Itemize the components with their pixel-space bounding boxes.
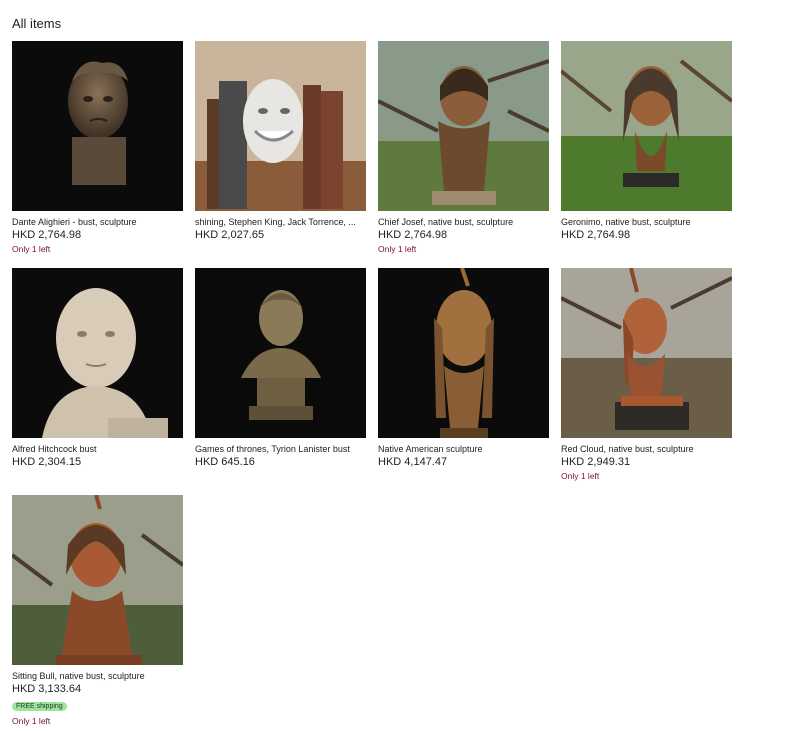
listing-card[interactable]: Sitting Bull, native bust, sculpture HKD… (12, 495, 183, 726)
stock-notice: Only 1 left (12, 716, 51, 726)
listing-card[interactable]: Native American sculpture HKD 4,147.47 (378, 268, 549, 495)
item-grid: Dante Alighieri - bust, sculpture HKD 2,… (12, 41, 732, 726)
listing-price: HKD 2,027.65 (195, 229, 265, 241)
listing-price: HKD 2,949.31 (561, 456, 631, 468)
free-shipping-badge: FREE shipping (12, 702, 67, 711)
listing-image[interactable] (12, 41, 183, 211)
listing-title[interactable]: Sitting Bull, native bust, sculpture (12, 671, 183, 681)
listing-image[interactable] (12, 268, 183, 438)
listing-price: HKD 2,304.15 (12, 456, 82, 468)
stock-notice: Only 1 left (12, 244, 51, 254)
stock-notice: Only 1 left (378, 244, 417, 254)
listing-price: HKD 2,764.98 (378, 229, 448, 241)
listing-card[interactable]: Dante Alighieri - bust, sculpture HKD 2,… (12, 41, 183, 268)
listing-title[interactable]: Native American sculpture (378, 444, 549, 454)
listing-title[interactable]: Red Cloud, native bust, sculpture (561, 444, 732, 454)
listing-card[interactable]: Alfred Hitchcock bust HKD 2,304.15 (12, 268, 183, 495)
listing-price: HKD 3,133.64 (12, 683, 82, 695)
listing-title[interactable]: Games of thrones, Tyrion Lanister bust (195, 444, 366, 454)
listing-title[interactable]: Alfred Hitchcock bust (12, 444, 183, 454)
listing-price: HKD 2,764.98 (561, 229, 631, 241)
listing-title[interactable]: Chief Josef, native bust, sculpture (378, 217, 549, 227)
listing-image[interactable] (378, 41, 549, 211)
listing-card[interactable]: Red Cloud, native bust, sculpture HKD 2,… (561, 268, 732, 495)
listing-card[interactable]: Games of thrones, Tyrion Lanister bust H… (195, 268, 366, 495)
listing-image[interactable] (378, 268, 549, 438)
listing-title[interactable]: Geronimo, native bust, sculpture (561, 217, 732, 227)
listing-price: HKD 4,147.47 (378, 456, 448, 468)
listing-title[interactable]: Dante Alighieri - bust, sculpture (12, 217, 183, 227)
listing-card[interactable]: shining, Stephen King, Jack Torrence, ..… (195, 41, 366, 268)
listing-image[interactable] (561, 41, 732, 211)
listing-image[interactable] (561, 268, 732, 438)
listing-image[interactable] (195, 41, 366, 211)
listing-card[interactable]: Chief Josef, native bust, sculpture HKD … (378, 41, 549, 268)
listing-price: HKD 645.16 (195, 456, 255, 468)
stock-notice: Only 1 left (561, 471, 600, 481)
listing-card[interactable]: Geronimo, native bust, sculpture HKD 2,7… (561, 41, 732, 268)
listing-image[interactable] (12, 495, 183, 665)
listing-price: HKD 2,764.98 (12, 229, 82, 241)
listing-image[interactable] (195, 268, 366, 438)
listing-title[interactable]: shining, Stephen King, Jack Torrence, ..… (195, 217, 366, 227)
page-title: All items (12, 16, 62, 31)
